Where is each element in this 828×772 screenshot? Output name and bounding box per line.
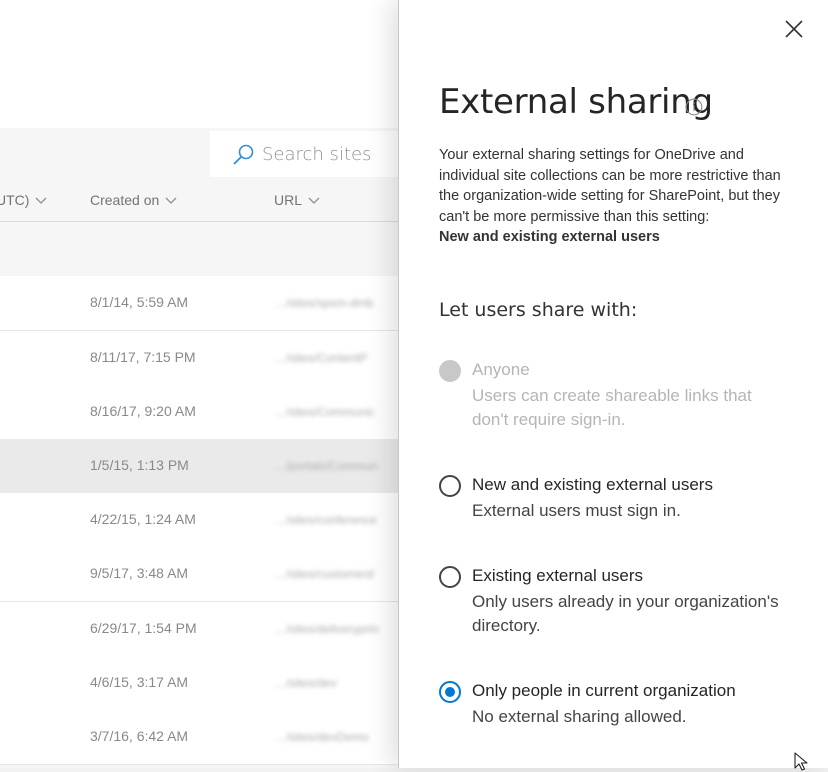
- radio-button[interactable]: [439, 566, 461, 588]
- radio-button[interactable]: [439, 475, 461, 497]
- option-description: No external sharing allowed.: [472, 707, 687, 726]
- description-text: Your external sharing settings for OneDr…: [439, 147, 781, 225]
- option-description: Users can create shareable links that do…: [472, 386, 752, 429]
- panel-description: Your external sharing settings for OneDr…: [439, 145, 789, 248]
- option-label[interactable]: New and existing external users: [472, 475, 713, 495]
- option-label: Anyone: [472, 360, 530, 379]
- radio-button-selected[interactable]: [439, 681, 461, 703]
- close-icon[interactable]: [781, 16, 807, 42]
- option-label[interactable]: Only people in current organization: [472, 681, 736, 701]
- current-org-setting: New and existing external users: [439, 229, 660, 245]
- share-with-heading: Let users share with:: [439, 299, 638, 321]
- panel-title: External sharing: [439, 82, 713, 122]
- external-sharing-panel: External sharing Your external sharing s…: [398, 0, 828, 768]
- info-icon[interactable]: [685, 98, 703, 116]
- option-description: External users must sign in.: [472, 501, 681, 520]
- option-label[interactable]: Existing external users: [472, 566, 643, 586]
- mouse-cursor-icon: [794, 752, 808, 771]
- radio-button-disabled: [439, 360, 461, 382]
- option-description: Only users already in your organization'…: [472, 592, 779, 635]
